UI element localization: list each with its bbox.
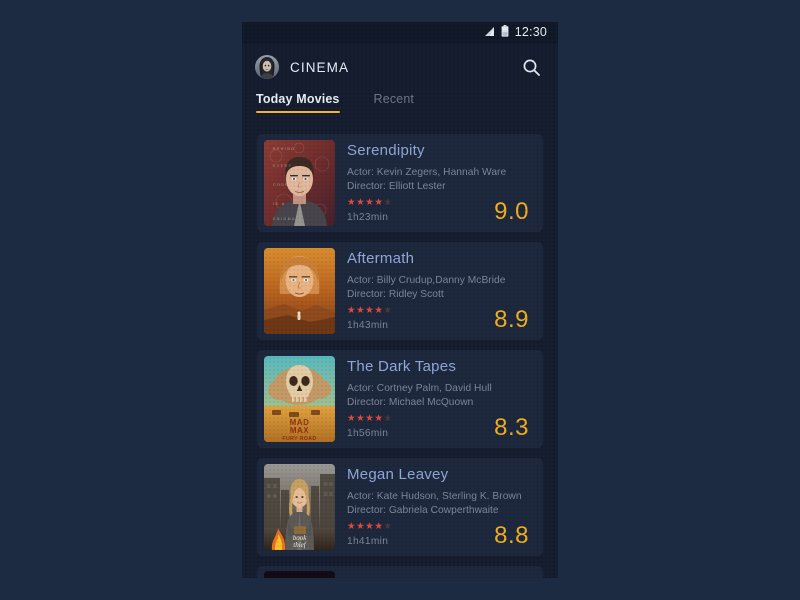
svg-text:BEHIND: BEHIND [273, 147, 295, 151]
movie-meta [335, 571, 533, 578]
page-title: CINEMA [290, 59, 350, 75]
poster-serendipity: BEHIND EVERY CODE IS A ENIGMA [264, 140, 335, 226]
poster-partial [264, 571, 335, 578]
tab-today-movies[interactable]: Today Movies [256, 90, 340, 113]
tab-bar: Today Movies Recent [242, 90, 558, 126]
movie-score: 8.9 [494, 306, 529, 333]
movie-director: Director: Elliott Lester [347, 180, 446, 192]
svg-text:ENIGMA: ENIGMA [273, 217, 296, 221]
battery-icon [501, 24, 509, 42]
movie-title: Aftermath [347, 250, 415, 268]
movie-actor: Actor: Cortney Palm, David Hull [347, 382, 492, 394]
signal-bars-icon [483, 24, 495, 42]
movie-actor: Actor: Kate Hudson, Sterling K. Brown [347, 490, 522, 502]
movie-card[interactable]: MAD MAX FURY ROAD The Dark Tapes Actor: … [257, 350, 543, 448]
movie-score: 8.8 [494, 522, 529, 549]
phone-screen: 12:30 CINEMA Today Movies Recent BEHIND … [242, 22, 558, 578]
movie-score: 8.3 [494, 414, 529, 441]
avatar[interactable] [255, 55, 279, 79]
tab-today-movies-label: Today Movies [256, 92, 340, 106]
movie-title: Megan Leavey [347, 466, 449, 484]
status-bar-clock: 12:30 [514, 25, 547, 40]
movie-actor: Actor: Billy Crudup,Danny McBride [347, 274, 506, 286]
poster-megan-leavey: book thief [264, 464, 335, 550]
movie-actor: Actor: Kevin Zegers, Hannah Ware [347, 166, 507, 178]
movie-score: 9.0 [494, 198, 529, 225]
movie-director: Director: Ridley Scott [347, 288, 444, 300]
status-bar: 12:30 [242, 22, 558, 44]
search-icon[interactable] [518, 54, 544, 80]
svg-text:thief: thief [293, 541, 306, 549]
svg-text:CODE: CODE [273, 183, 289, 187]
svg-text:FURY ROAD: FURY ROAD [282, 436, 316, 442]
movie-card[interactable]: book thief Megan Leavey Actor: Kate Huds… [257, 458, 543, 556]
movie-director: Director: Michael McQuown [347, 396, 474, 408]
movie-card[interactable]: Aftermath Actor: Billy Crudup,Danny McBr… [257, 242, 543, 340]
poster-the-dark-tapes: MAD MAX FURY ROAD [264, 356, 335, 442]
movie-title: Serendipity [347, 142, 425, 160]
screenshot-canvas: 12:30 CINEMA Today Movies Recent BEHIND … [0, 0, 800, 600]
svg-text:EVERY: EVERY [273, 164, 292, 168]
svg-text:IS A: IS A [273, 202, 286, 206]
tab-recent[interactable]: Recent [374, 90, 415, 113]
movie-card-partial[interactable] [257, 566, 543, 578]
svg-text:MAX: MAX [290, 426, 309, 435]
poster-aftermath [264, 248, 335, 334]
app-bar: CINEMA [242, 44, 558, 90]
movie-director: Director: Gabriela Cowperthwaite [347, 504, 499, 516]
tab-recent-label: Recent [373, 92, 415, 106]
movie-list[interactable]: BEHIND EVERY CODE IS A ENIGMA Serendipit… [242, 126, 558, 578]
movie-title: The Dark Tapes [347, 358, 457, 376]
movie-card[interactable]: BEHIND EVERY CODE IS A ENIGMA Serendipit… [257, 134, 543, 232]
